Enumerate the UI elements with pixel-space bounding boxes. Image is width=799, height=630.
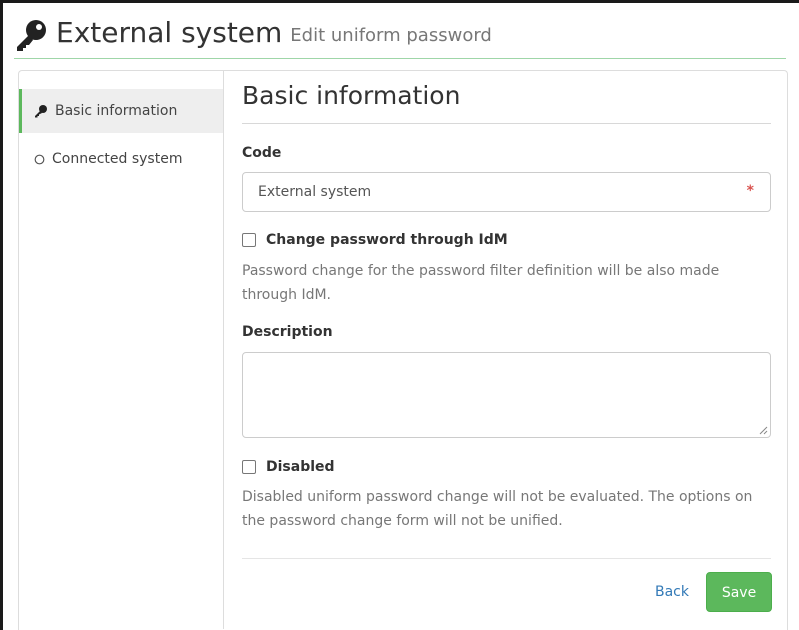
sidebar: Basic information Connected system bbox=[19, 71, 224, 629]
disabled-label[interactable]: Disabled bbox=[266, 459, 335, 475]
resize-grip-icon[interactable] bbox=[759, 426, 768, 435]
sidebar-item-connected-system[interactable]: Connected system bbox=[19, 137, 223, 181]
form-title-divider bbox=[242, 123, 771, 124]
page-header: External system Edit uniform password bbox=[14, 12, 492, 52]
sidebar-item-label: Connected system bbox=[52, 151, 183, 167]
key-icon bbox=[17, 20, 46, 51]
footer-divider bbox=[242, 558, 771, 559]
window-frame-top bbox=[0, 0, 799, 3]
code-input[interactable]: External system * bbox=[242, 172, 771, 212]
page-title: External system bbox=[56, 16, 283, 49]
main-panel: Basic information Connected system Basic… bbox=[18, 70, 788, 630]
required-marker: * bbox=[746, 183, 754, 199]
save-button[interactable]: Save bbox=[706, 572, 772, 612]
form-title: Basic information bbox=[242, 81, 461, 110]
change-password-checkbox[interactable] bbox=[242, 233, 256, 247]
sidebar-item-basic-information[interactable]: Basic information bbox=[19, 89, 223, 133]
page-subtitle: Edit uniform password bbox=[290, 25, 492, 46]
description-label: Description bbox=[242, 324, 333, 340]
header-divider bbox=[14, 58, 786, 59]
code-label: Code bbox=[242, 145, 282, 161]
disabled-checkbox[interactable] bbox=[242, 460, 256, 474]
disabled-row: Disabled bbox=[242, 459, 335, 475]
circle-outline-icon bbox=[34, 154, 45, 164]
change-password-row: Change password through IdM bbox=[242, 232, 508, 248]
window-frame-left bbox=[0, 0, 3, 630]
back-button[interactable]: Back bbox=[642, 572, 702, 612]
disabled-help: Disabled uniform password change will no… bbox=[242, 489, 753, 529]
description-textarea[interactable] bbox=[242, 352, 771, 438]
sidebar-item-label: Basic information bbox=[55, 103, 178, 119]
key-icon bbox=[35, 105, 47, 118]
change-password-help: Password change for the password filter … bbox=[242, 263, 720, 303]
change-password-label[interactable]: Change password through IdM bbox=[266, 232, 508, 248]
code-input-value: External system bbox=[258, 184, 372, 200]
